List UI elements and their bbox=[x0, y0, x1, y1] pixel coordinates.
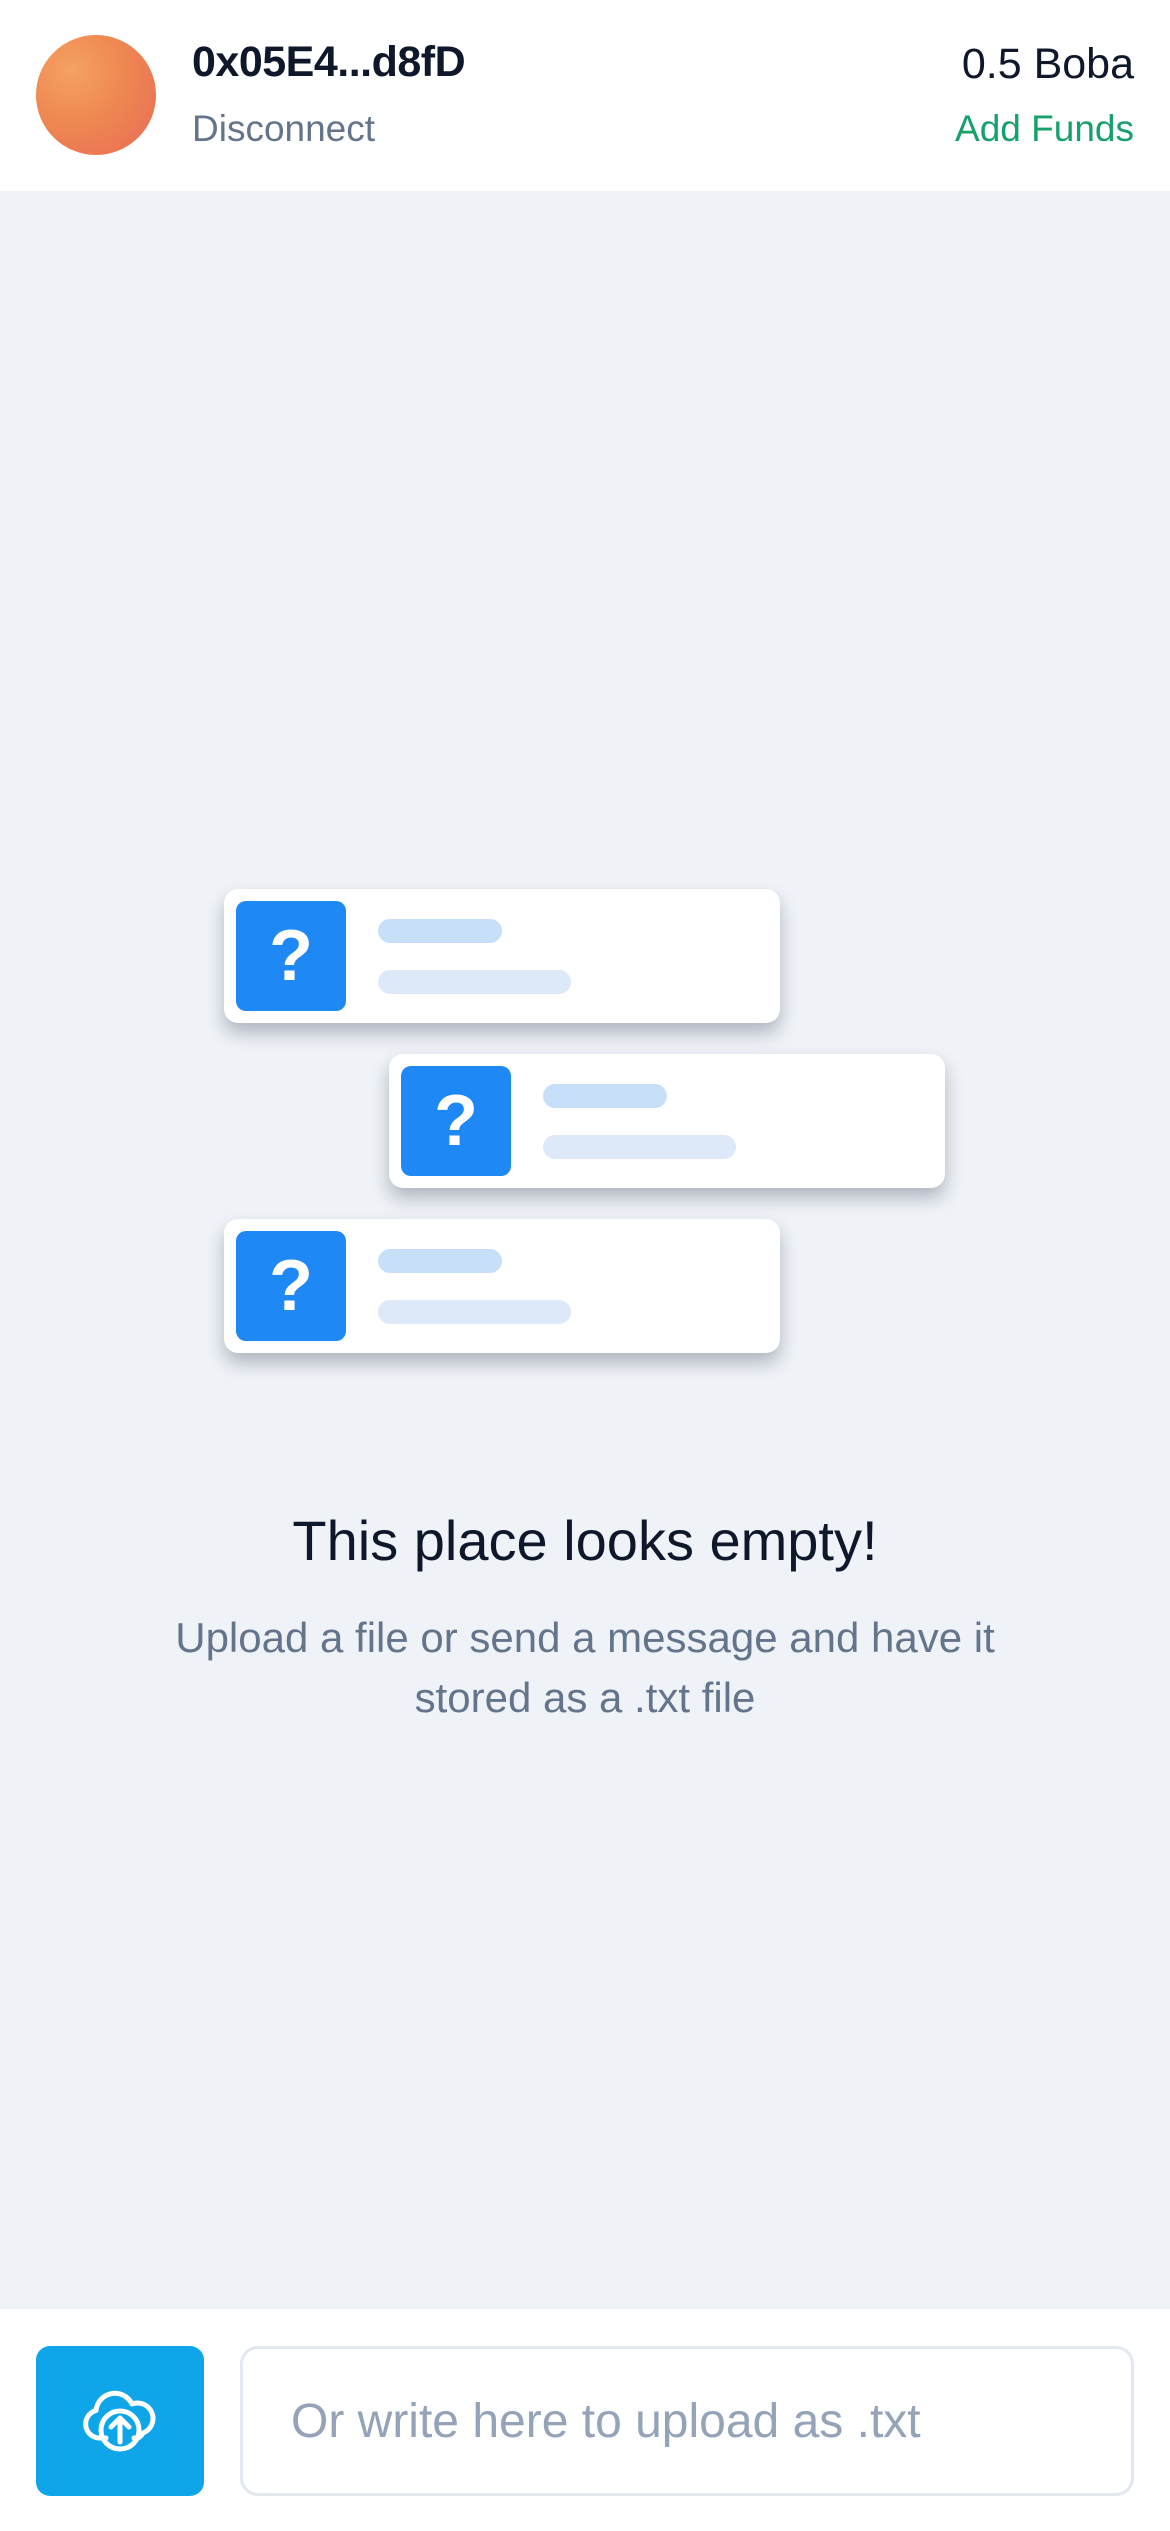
question-icon: ? bbox=[236, 901, 346, 1011]
placeholder-line bbox=[378, 1300, 571, 1324]
avatar bbox=[36, 35, 156, 155]
placeholder-line bbox=[543, 1135, 736, 1159]
empty-state-title: This place looks empty! bbox=[292, 1509, 878, 1572]
cloud-upload-icon bbox=[83, 2390, 156, 2452]
empty-state-subtitle: Upload a file or send a message and have… bbox=[175, 1614, 995, 1721]
question-icon: ? bbox=[401, 1066, 511, 1176]
placeholder-line bbox=[378, 919, 502, 943]
placeholder-card: ? bbox=[224, 1219, 780, 1353]
placeholder-card: ? bbox=[224, 889, 780, 1023]
placeholder-line bbox=[378, 970, 571, 994]
add-funds-button[interactable]: Add Funds bbox=[955, 108, 1134, 150]
app-root: 0x05E4...d8fD Disconnect 0.5 Boba Add Fu… bbox=[0, 0, 1170, 2531]
wallet-address: 0x05E4...d8fD bbox=[192, 38, 466, 86]
wallet-header: 0x05E4...d8fD Disconnect 0.5 Boba Add Fu… bbox=[0, 0, 1170, 191]
placeholder-line bbox=[378, 1249, 502, 1273]
upload-button[interactable] bbox=[36, 2346, 204, 2496]
disconnect-button[interactable]: Disconnect bbox=[192, 108, 375, 150]
placeholder-line bbox=[543, 1084, 667, 1108]
question-icon: ? bbox=[236, 1231, 346, 1341]
message-input[interactable] bbox=[240, 2346, 1134, 2496]
placeholder-card: ? bbox=[389, 1054, 945, 1188]
wallet-balance: 0.5 Boba bbox=[961, 40, 1134, 88]
composer-bar bbox=[0, 2309, 1170, 2531]
